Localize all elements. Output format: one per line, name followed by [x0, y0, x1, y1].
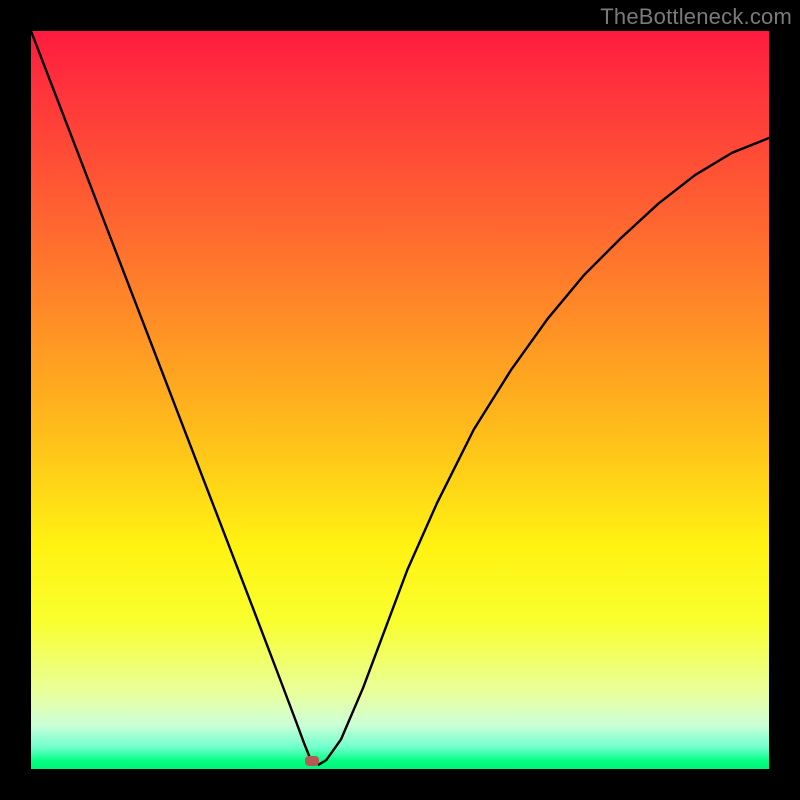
- bottleneck-curve-path: [31, 31, 769, 765]
- curve-min-marker: [305, 756, 319, 766]
- bottleneck-curve-svg: [31, 31, 769, 769]
- watermark-text: TheBottleneck.com: [600, 4, 792, 30]
- chart-frame: TheBottleneck.com: [0, 0, 800, 800]
